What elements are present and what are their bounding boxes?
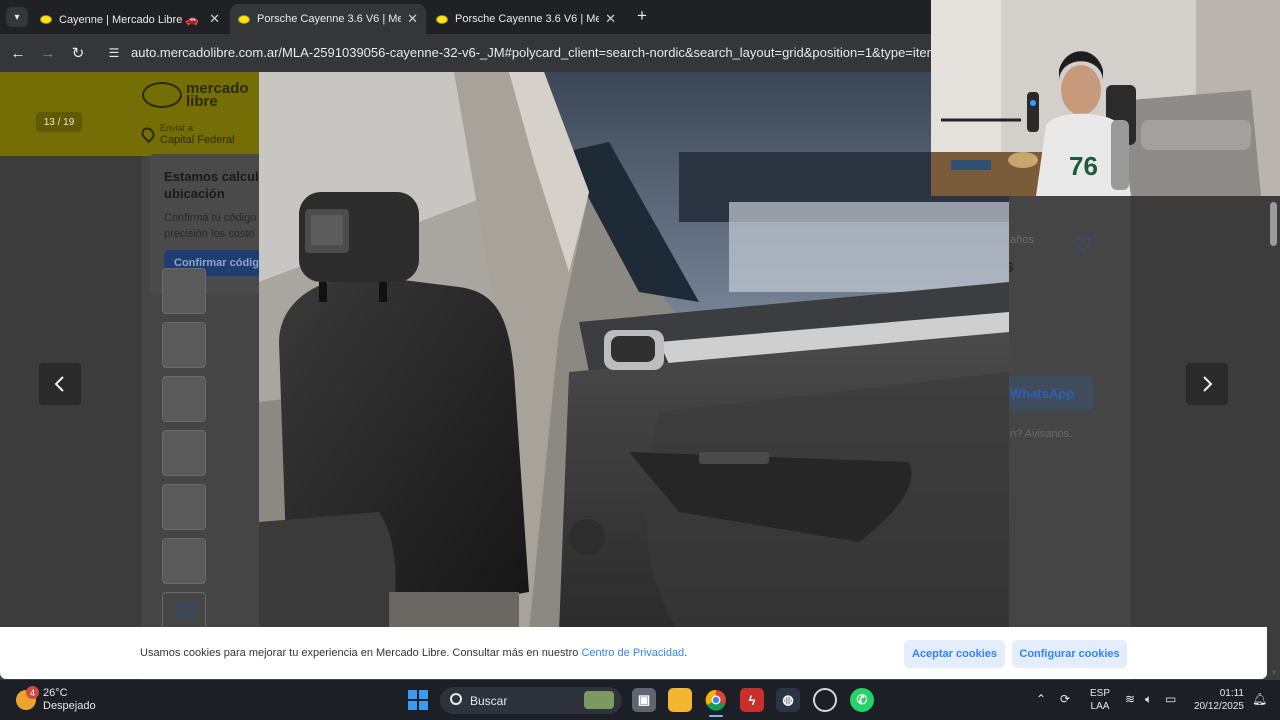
language-indicator[interactable]: ESP LAA [1090, 687, 1110, 713]
chrome-logo [705, 689, 726, 711]
car-interior-photo [259, 72, 1009, 632]
tab-porsche[interactable]: Porsche Cayenne 3.6 V6 | Mercado Libre ✕ [428, 4, 624, 34]
cookie-message: Usamos cookies para mejorar tu experienc… [140, 647, 687, 659]
tab-porsche-active[interactable]: Porsche Cayenne 3.6 V6 | Mercado Libre ✕ [230, 4, 426, 34]
windows-start-icon[interactable] [408, 690, 428, 710]
mercadolibre-favicon-icon [40, 14, 52, 24]
scroll-down-arrow-icon[interactable]: ▼ [1268, 668, 1280, 680]
back-arrow-icon[interactable]: ← [8, 43, 28, 63]
chevron-left-icon [54, 376, 64, 392]
search-highlight-image [584, 691, 614, 709]
gallery-thumbnail[interactable] [162, 268, 206, 314]
forward-arrow-icon[interactable]: → [38, 43, 58, 63]
more-photos-count[interactable]: 12 [162, 592, 206, 632]
popover-title: Estamos calcula ubicación [164, 169, 266, 201]
webcam-image: 76 [931, 0, 1280, 196]
chevron-right-icon [1203, 376, 1213, 392]
gallery-thumbnail[interactable] [162, 484, 206, 530]
handshake-icon [142, 82, 182, 108]
address-bar[interactable]: auto.mercadolibre.com.ar/MLA-2591039056-… [131, 45, 931, 60]
tab-close-icon[interactable]: ✕ [605, 11, 616, 27]
chrome-icon[interactable] [704, 688, 728, 712]
popover-body: Confirmá tu código precisión los costo [164, 212, 257, 240]
shipping-location[interactable]: Enviar a Capital Federal [138, 122, 235, 146]
logo-word-2: libre [186, 93, 218, 110]
location-value: Capital Federal [160, 134, 235, 146]
location-pin-icon [138, 124, 158, 144]
sync-icon[interactable]: ⟳ [1060, 692, 1070, 706]
mercadolibre-favicon-icon [238, 14, 250, 24]
favorite-heart-icon[interactable]: ♡ [1074, 233, 1092, 258]
gallery-next-button[interactable] [1186, 363, 1228, 405]
keyboard-layout: LAA [1090, 701, 1110, 712]
privacy-center-link[interactable]: Centro de Privacidad [581, 647, 684, 659]
system-clock[interactable]: 01:11 20/12/2025 [1186, 687, 1244, 713]
tab-close-icon[interactable]: ✕ [209, 11, 220, 27]
weather-widget[interactable]: 4 26°C Despejado [16, 686, 126, 714]
weather-condition: Despejado [43, 700, 96, 712]
obs-icon[interactable] [813, 688, 837, 712]
battery-icon[interactable]: ▭ [1165, 692, 1176, 706]
tab-title: Porsche Cayenne 3.6 V6 | Mercado Libre [257, 13, 402, 25]
accept-cookies-button[interactable]: Aceptar cookies [904, 640, 1005, 668]
cookie-text: Usamos cookies para mejorar tu experienc… [140, 647, 579, 659]
new-tab-plus-icon[interactable]: + [632, 6, 652, 26]
tray-chevron-up-icon[interactable]: ⌃ [1036, 692, 1046, 706]
scrollbar-thumb[interactable] [1270, 202, 1277, 246]
tab-search-chevron-down-icon[interactable]: ▾ [6, 7, 28, 27]
gallery-counter: 13 / 19 [36, 112, 82, 132]
listing-year-fragment: años [1010, 234, 1034, 246]
configure-cookies-button[interactable]: Configurar cookies [1012, 640, 1127, 668]
wifi-icon[interactable]: ≋ [1125, 692, 1135, 706]
cookie-banner: Usamos cookies para mejorar tu experienc… [0, 627, 1267, 679]
notifications-bell-icon[interactable]: 🔔︎ [1252, 692, 1267, 706]
alert-link[interactable]: n? Avisanos. [1010, 428, 1072, 440]
language-code: ESP [1090, 688, 1111, 699]
svg-text:76: 76 [1069, 151, 1098, 181]
location-label: Enviar a [160, 123, 194, 133]
gallery-thumbnail[interactable] [162, 322, 206, 368]
thumbnail-list: 12 [162, 268, 208, 632]
tab-title: Cayenne | Mercado Libre 🚗 [59, 13, 200, 26]
gallery-thumbnail[interactable] [162, 538, 206, 584]
tab-title: Porsche Cayenne 3.6 V6 | Mercado Libre [455, 13, 600, 25]
cookie-period: . [684, 647, 688, 659]
taskbar-search[interactable]: Buscar [440, 687, 622, 714]
flash-app-icon[interactable]: ϟ [740, 688, 764, 712]
davinci-resolve-icon[interactable]: ◍ [776, 688, 800, 712]
whatsapp-icon[interactable]: ✆ [850, 688, 874, 712]
volume-icon[interactable]: 🔈︎ [1145, 692, 1152, 707]
file-explorer-icon[interactable] [668, 688, 692, 712]
mercadolibre-logo[interactable]: mercado libre [142, 81, 249, 110]
page-scrollbar[interactable] [1268, 126, 1280, 616]
search-label: Buscar [470, 694, 508, 708]
clock-time: 01:11 [1219, 688, 1244, 699]
task-view-icon[interactable]: ▣ [632, 688, 656, 712]
temperature: 26°C [43, 687, 68, 699]
tab-close-icon[interactable]: ✕ [407, 11, 418, 27]
webcam-overlay: 76 [931, 0, 1280, 196]
clock-date: 20/12/2025 [1193, 701, 1244, 712]
mercadolibre-favicon-icon [436, 14, 448, 24]
gallery-main-photo [259, 72, 1009, 632]
gallery-prev-button[interactable] [39, 363, 81, 405]
search-icon [450, 693, 462, 705]
reload-icon[interactable]: ↻ [68, 43, 88, 63]
weather-badge: 4 [26, 686, 39, 699]
tab-cayenne[interactable]: Cayenne | Mercado Libre 🚗 ✕ [32, 4, 228, 34]
gallery-thumbnail[interactable] [162, 376, 206, 422]
gallery-thumbnail[interactable] [162, 430, 206, 476]
site-info-icon[interactable]: ☰ [106, 45, 122, 61]
active-app-indicator [709, 715, 723, 717]
